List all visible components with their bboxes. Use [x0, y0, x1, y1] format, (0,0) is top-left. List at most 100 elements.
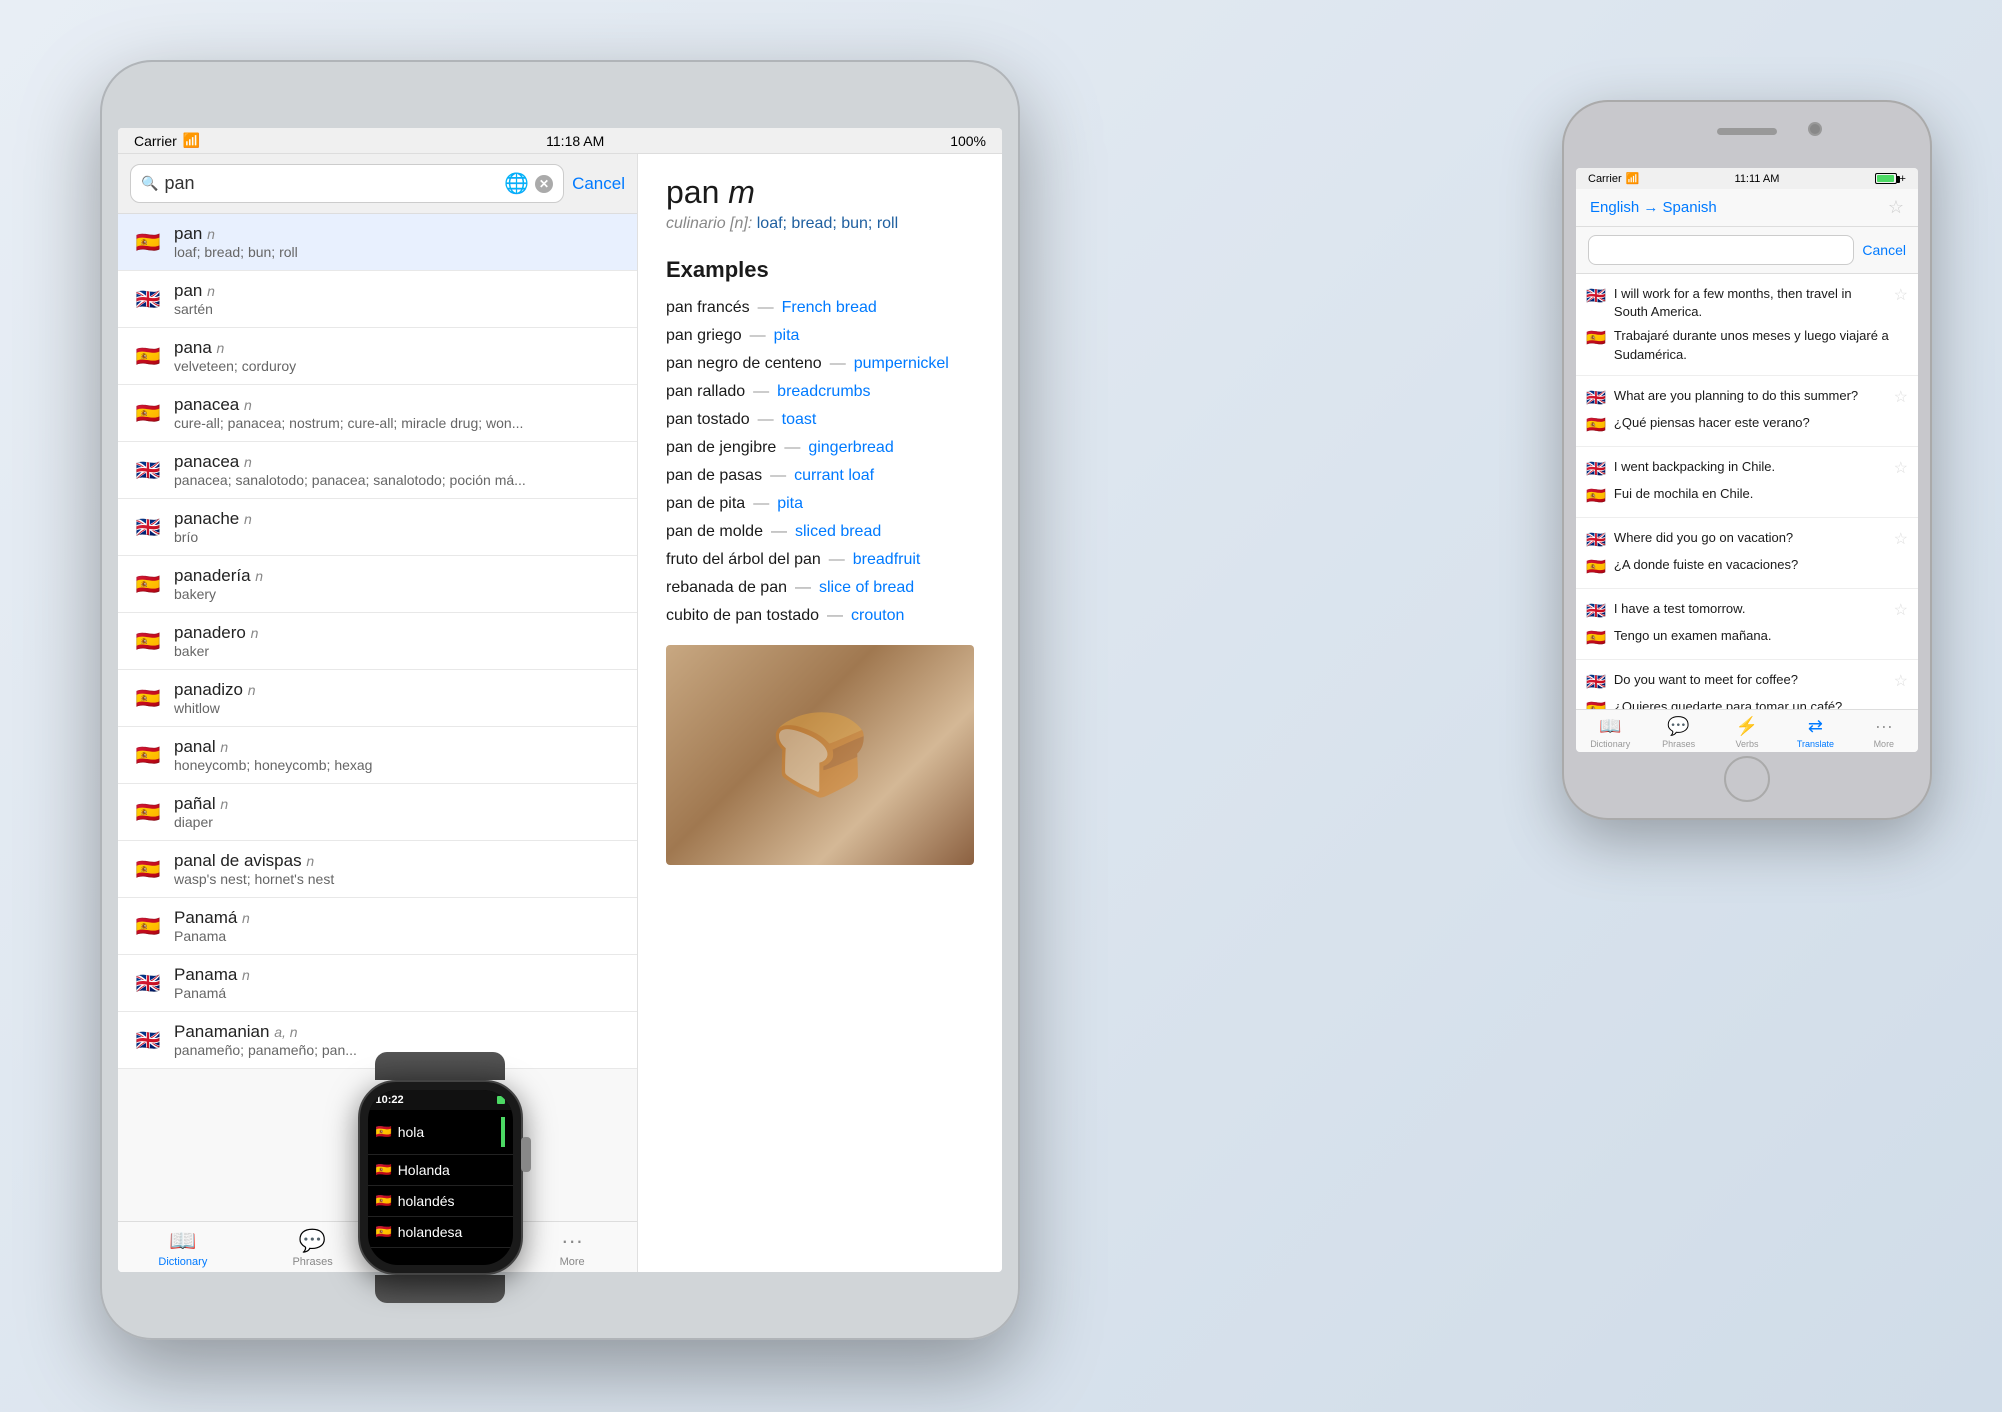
phrase-english: What are you planning to do this summer? — [1614, 387, 1886, 405]
example-spanish: pan tostado — [666, 411, 750, 429]
iphone-home-button[interactable] — [1724, 756, 1770, 802]
phrase-pair[interactable]: 🇬🇧 Do you want to meet for coffee? ☆ 🇪🇸 … — [1576, 660, 1918, 709]
result-item[interactable]: 🇪🇸 Panamá n Panama — [118, 898, 637, 955]
example-english: sliced bread — [795, 523, 881, 541]
phrase-favorite[interactable]: ☆ — [1894, 285, 1908, 305]
watch: 10:22 🇪🇸 hola 🇪🇸 Holanda 🇪🇸 holandés 🇪🇸 … — [340, 1052, 540, 1302]
iphone-search-input[interactable] — [1588, 235, 1854, 265]
iphone-tab-more[interactable]: ··· More — [1850, 716, 1918, 749]
result-item[interactable]: 🇪🇸 pan n loaf; bread; bun; roll — [118, 214, 637, 271]
example-dash: — — [753, 383, 769, 401]
phrase-english-row: 🇬🇧 I will work for a few months, then tr… — [1586, 282, 1908, 324]
phrase-favorite[interactable]: ☆ — [1894, 387, 1908, 407]
search-icon: 🔍 — [141, 175, 158, 192]
search-input[interactable] — [164, 173, 498, 194]
phrase-es-flag: 🇪🇸 — [1586, 415, 1606, 435]
example-row: pan de pita — pita — [666, 495, 974, 513]
result-word: panal n — [174, 737, 623, 757]
result-item[interactable]: 🇬🇧 panacea n panacea; sanalotodo; panace… — [118, 442, 637, 499]
result-flag: 🇬🇧 — [132, 967, 164, 999]
result-def: velveteen; corduroy — [174, 358, 623, 374]
example-dash: — — [784, 439, 800, 457]
iphone-phrases-list[interactable]: 🇬🇧 I will work for a few months, then tr… — [1576, 274, 1918, 709]
wifi-icon: 📶 — [183, 132, 200, 149]
phrase-pair[interactable]: 🇬🇧 I have a test tomorrow. ☆ 🇪🇸 Tengo un… — [1576, 589, 1918, 660]
result-pos: n — [244, 397, 252, 413]
iphone-tab-translate[interactable]: ⇄ Translate — [1781, 716, 1849, 749]
tab-dictionary[interactable]: 📖 Dictionary — [118, 1228, 248, 1268]
result-item[interactable]: 🇪🇸 pañal n diaper — [118, 784, 637, 841]
result-flag: 🇪🇸 — [132, 340, 164, 372]
result-def: whitlow — [174, 700, 623, 716]
iphone-translate-icon: ⇄ — [1808, 716, 1823, 737]
phrase-favorite[interactable]: ☆ — [1894, 529, 1908, 549]
result-def: diaper — [174, 814, 623, 830]
phrase-spanish: Trabajaré durante unos meses y luego via… — [1614, 327, 1908, 363]
result-item[interactable]: 🇪🇸 panadizo n whitlow — [118, 670, 637, 727]
example-dash: — — [830, 355, 846, 373]
iphone-tab-phrases[interactable]: 💬 Phrases — [1644, 716, 1712, 749]
cancel-button[interactable]: Cancel — [572, 174, 625, 194]
watch-band-top — [375, 1052, 505, 1080]
result-item[interactable]: 🇬🇧 Panama n Panamá — [118, 955, 637, 1012]
watch-list-item[interactable]: 🇪🇸 hola — [368, 1110, 513, 1155]
example-spanish: fruto del árbol del pan — [666, 551, 821, 569]
result-item[interactable]: 🇬🇧 panache n brío — [118, 499, 637, 556]
phrase-english: I went backpacking in Chile. — [1614, 458, 1886, 476]
iphone-cancel-button[interactable]: Cancel — [1862, 242, 1906, 258]
ipad-right-panel: pan m culinario [n]: loaf; bread; bun; r… — [638, 154, 1002, 1272]
watch-flag: 🇪🇸 — [376, 1224, 392, 1240]
result-item[interactable]: 🇪🇸 panacea n cure-all; panacea; nostrum;… — [118, 385, 637, 442]
favorite-icon[interactable]: ☆ — [1888, 197, 1904, 218]
watch-list-item[interactable]: 🇪🇸 holandés — [368, 1186, 513, 1217]
phrase-spanish: ¿A donde fuiste en vacaciones? — [1614, 556, 1908, 574]
result-item[interactable]: 🇪🇸 panadería n bakery — [118, 556, 637, 613]
example-english: pumpernickel — [854, 355, 949, 373]
result-item[interactable]: 🇪🇸 pana n velveteen; corduroy — [118, 328, 637, 385]
globe-icon[interactable]: 🌐 — [504, 171, 529, 196]
ipad: Carrier 📶 11:18 AM 100% 🔍 🌐 ✕ Cancel — [100, 60, 1020, 1340]
phrase-english-row: 🇬🇧 Do you want to meet for coffee? ☆ — [1586, 668, 1908, 695]
result-item[interactable]: 🇪🇸 panal n honeycomb; honeycomb; hexag — [118, 727, 637, 784]
iphone-time: 11:11 AM — [1735, 173, 1780, 185]
phrase-en-flag: 🇬🇧 — [1586, 601, 1606, 621]
definition-category: culinario — [666, 215, 726, 232]
example-spanish: rebanada de pan — [666, 579, 787, 597]
phrase-pair[interactable]: 🇬🇧 What are you planning to do this summ… — [1576, 376, 1918, 447]
result-pos: n — [242, 967, 250, 983]
example-dash: — — [758, 411, 774, 429]
result-item[interactable]: 🇪🇸 panal de avispas n wasp's nest; horne… — [118, 841, 637, 898]
phrase-english-row: 🇬🇧 Where did you go on vacation? ☆ — [1586, 526, 1908, 553]
result-flag: 🇪🇸 — [132, 568, 164, 600]
example-dash: — — [750, 327, 766, 345]
phrase-pair[interactable]: 🇬🇧 I will work for a few months, then tr… — [1576, 274, 1918, 376]
watch-list-item[interactable]: 🇪🇸 Holanda — [368, 1155, 513, 1186]
iphone: Carrier 📶 11:11 AM + English → Spanish ☆… — [1562, 100, 1932, 820]
phrase-favorite[interactable]: ☆ — [1894, 600, 1908, 620]
watch-time: 10:22 — [376, 1094, 404, 1106]
result-pos: n — [220, 796, 228, 812]
phrase-favorite[interactable]: ☆ — [1894, 671, 1908, 691]
example-spanish: pan rallado — [666, 383, 745, 401]
result-item[interactable]: 🇬🇧 pan n sartén — [118, 271, 637, 328]
watch-body: 10:22 🇪🇸 hola 🇪🇸 Holanda 🇪🇸 holandés 🇪🇸 … — [358, 1080, 523, 1275]
clear-icon[interactable]: ✕ — [535, 175, 553, 193]
carrier-label: Carrier 📶 — [134, 132, 200, 149]
result-def: wasp's nest; hornet's nest — [174, 871, 623, 887]
phrase-pair[interactable]: 🇬🇧 Where did you go on vacation? ☆ 🇪🇸 ¿A… — [1576, 518, 1918, 589]
iphone-tab-verbs[interactable]: ⚡ Verbs — [1713, 716, 1781, 749]
result-pos: n — [207, 283, 215, 299]
search-input-wrap[interactable]: 🔍 🌐 ✕ — [130, 164, 564, 203]
phrase-pair[interactable]: 🇬🇧 I went backpacking in Chile. ☆ 🇪🇸 Fui… — [1576, 447, 1918, 518]
phrase-favorite[interactable]: ☆ — [1894, 458, 1908, 478]
result-item[interactable]: 🇪🇸 panadero n baker — [118, 613, 637, 670]
result-word: panacea n — [174, 395, 623, 415]
iphone-tab-dictionary[interactable]: 📖 Dictionary — [1576, 716, 1644, 749]
phrase-spanish-row: 🇪🇸 ¿A donde fuiste en vacaciones? — [1586, 553, 1908, 580]
watch-list-item[interactable]: 🇪🇸 holandesa — [368, 1217, 513, 1248]
watch-flag: 🇪🇸 — [376, 1193, 392, 1209]
carrier-text: Carrier — [134, 133, 177, 149]
result-word: Panamanian a, n — [174, 1022, 623, 1042]
example-dash: — — [795, 579, 811, 597]
example-english: toast — [782, 411, 817, 429]
